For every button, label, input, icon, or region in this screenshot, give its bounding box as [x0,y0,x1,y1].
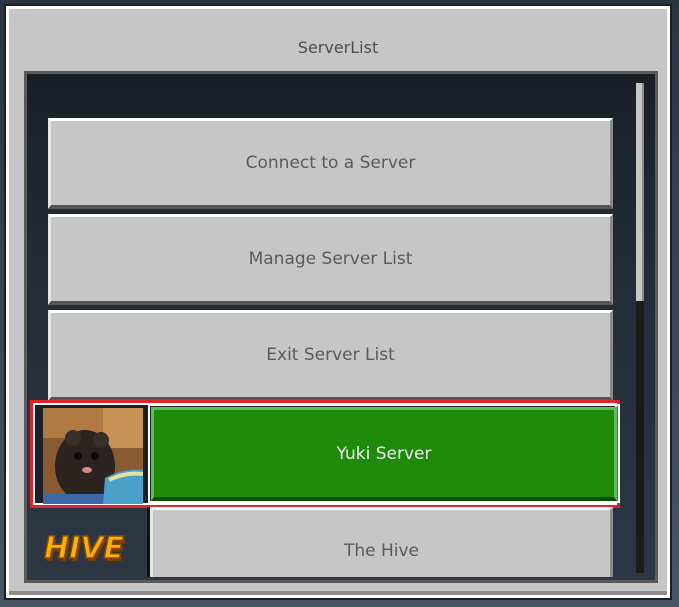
exit-server-list-button[interactable]: Exit Server List [48,310,613,401]
hamster-thumbnail-icon [43,408,143,504]
scrollbar-thumb[interactable] [636,83,644,301]
hive-logo-icon: HIVE HIVE [42,528,140,569]
connect-server-button[interactable]: Connect to a Server [48,118,613,209]
svg-text:HIVE: HIVE [44,531,124,566]
server-row-inner: Yuki Server [35,404,620,504]
window-title: ServerList [297,38,379,57]
the-hive-server-button[interactable]: The Hive [150,507,613,577]
manage-server-list-button[interactable]: Manage Server List [48,214,613,305]
yuki-server-button[interactable]: Yuki Server [148,404,620,503]
server-row-yuki[interactable]: Yuki Server [30,400,620,508]
